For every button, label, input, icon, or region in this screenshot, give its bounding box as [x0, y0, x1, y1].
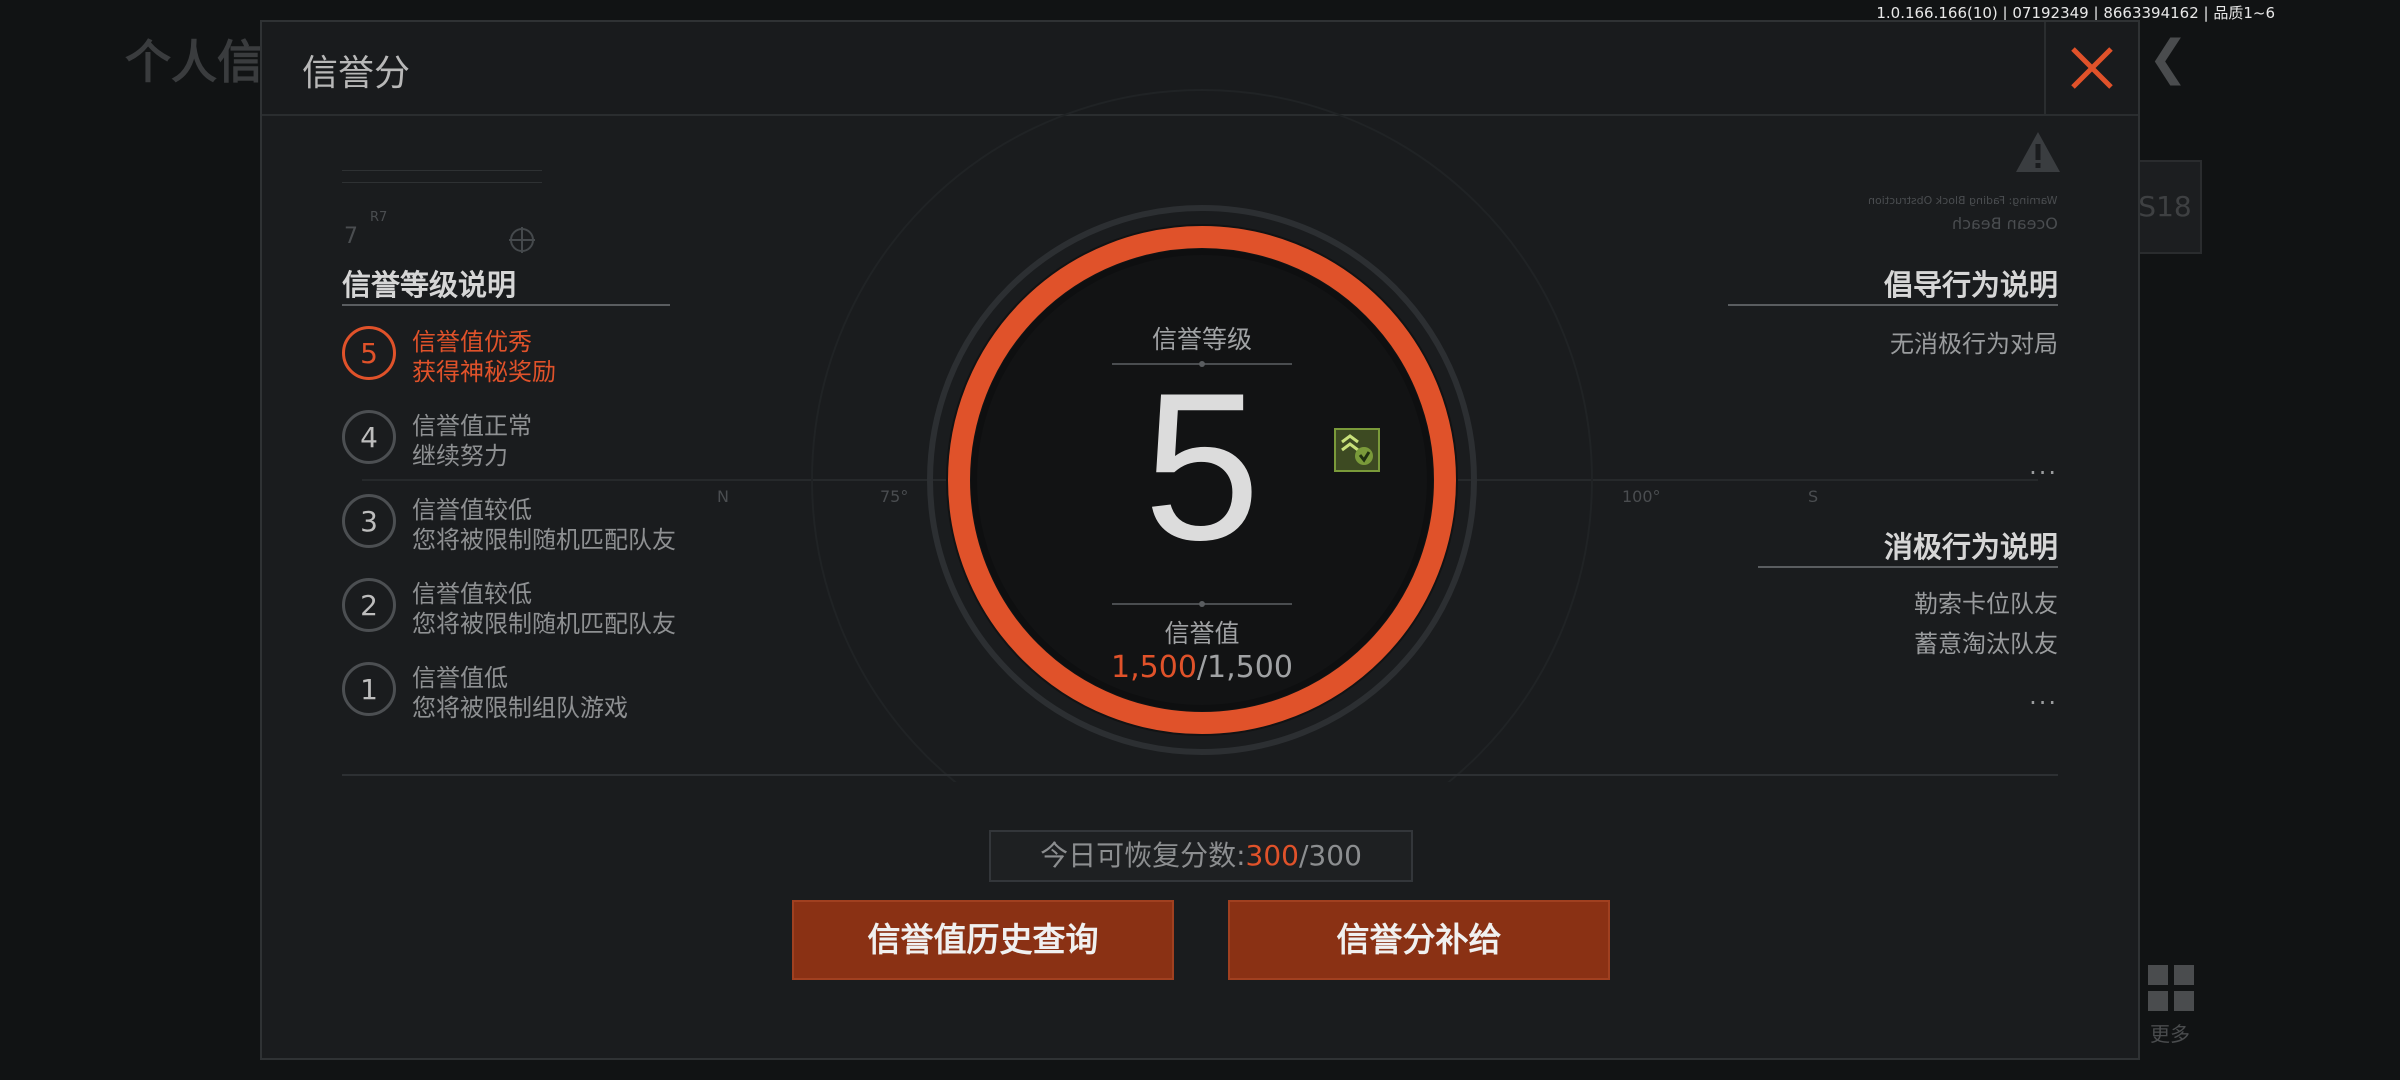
negative-section-underline [1758, 566, 2058, 568]
compass-100: 100° [1622, 487, 1661, 506]
score-current: 1,500 [1111, 650, 1197, 685]
recover-label: 今日可恢复分数: [1040, 839, 1246, 872]
negative-item: 蓄意淘汰队友 [1914, 630, 2058, 658]
history-query-button[interactable]: 信誉值历史查询 [792, 900, 1174, 980]
encourage-item: 无消极行为对局 [1890, 330, 2058, 358]
negative-section-title: 消极行为说明 [1883, 530, 2058, 564]
score-supply-button[interactable]: 信誉分补给 [1228, 900, 1610, 980]
score-max: /1,500 [1196, 650, 1293, 685]
reputation-dialog: 信誉分 R7 7 Warning: Fading Block Obstructi… [260, 20, 2140, 1060]
back-arrow-icon: ❮ [2148, 30, 2189, 86]
recover-current: 300 [1245, 839, 1299, 872]
negative-item: 勒索卡位队友 [1914, 590, 2058, 618]
encourage-section-underline [1728, 304, 2058, 306]
negative-more: ... [2029, 682, 2058, 710]
background-page-title: 个人信 [125, 35, 263, 89]
recover-max: /300 [1299, 839, 1362, 872]
daily-recover-score: 今日可恢复分数:300/300 [989, 830, 1413, 882]
level-value: 5 [1143, 349, 1261, 584]
rank-chevron-icon [1334, 428, 1380, 472]
compass-75: 75° [880, 487, 909, 506]
compass-s: S [1808, 487, 1819, 506]
content-divider [342, 774, 2058, 776]
compass-n: N [717, 487, 729, 506]
score-value: 1,500/1,500 [1052, 650, 1352, 685]
grid-icon [2148, 965, 2194, 1011]
encourage-more: ... [2029, 452, 2058, 480]
more-label: 更多 [2150, 1022, 2190, 1046]
encourage-section-title: 倡导行为说明 [1883, 268, 2058, 302]
score-label: 信誉值 [1164, 619, 1240, 648]
